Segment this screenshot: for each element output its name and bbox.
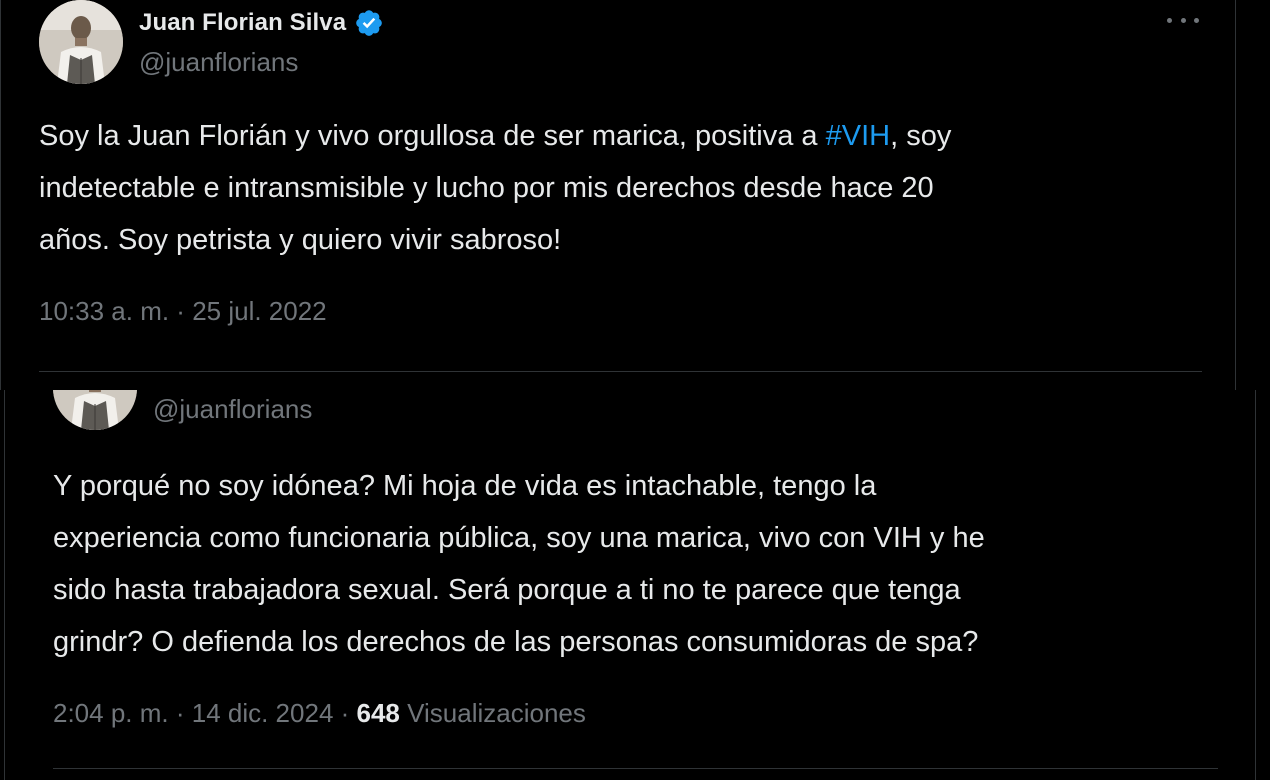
tweet-card-2[interactable]: @juanflorians Y porqué no soy idónea? Mi… [4, 390, 1256, 780]
tweet-timestamp[interactable]: 10:33 a. m. · 25 jul. 2022 [39, 296, 327, 327]
views-count[interactable]: 648 [357, 698, 400, 728]
display-name[interactable]: Juan Florian Silva [139, 9, 346, 37]
divider [53, 768, 1218, 769]
avatar[interactable] [53, 390, 137, 430]
avatar[interactable] [39, 0, 123, 84]
divider [39, 371, 1202, 372]
tweet-date[interactable]: 25 jul. 2022 [192, 296, 326, 326]
tweet-text: Y porqué no soy idónea? Mi hoja de vida … [53, 470, 985, 658]
avatar-image [39, 0, 123, 84]
hashtag-link[interactable]: #VIH [826, 120, 890, 152]
tweet-time[interactable]: 2:04 p. m. [53, 698, 169, 728]
meta-separator: · [169, 296, 193, 326]
tweet-time[interactable]: 10:33 a. m. [39, 296, 169, 326]
verified-badge-icon[interactable] [354, 8, 384, 38]
more-options-icon[interactable] [1167, 10, 1199, 30]
avatar-image [53, 390, 137, 430]
tweet-date[interactable]: 14 dic. 2024 [192, 698, 334, 728]
meta-separator: · [168, 698, 192, 728]
tweet-timestamp[interactable]: 2:04 p. m. · 14 dic. 2024 · 648 Visualiz… [53, 698, 586, 729]
tweet-text-part: Soy la Juan Florián y vivo orgullosa de … [39, 120, 826, 152]
views-label[interactable]: Visualizaciones [407, 698, 586, 728]
user-handle[interactable]: @juanflorians [139, 47, 298, 78]
meta-separator: · [333, 698, 357, 728]
user-handle[interactable]: @juanflorians [153, 394, 312, 425]
tweet-text: Soy la Juan Florián y vivo orgullosa de … [39, 110, 1219, 266]
tweet-card-1[interactable]: Juan Florian Silva @juanflorians Soy la … [0, 0, 1236, 390]
